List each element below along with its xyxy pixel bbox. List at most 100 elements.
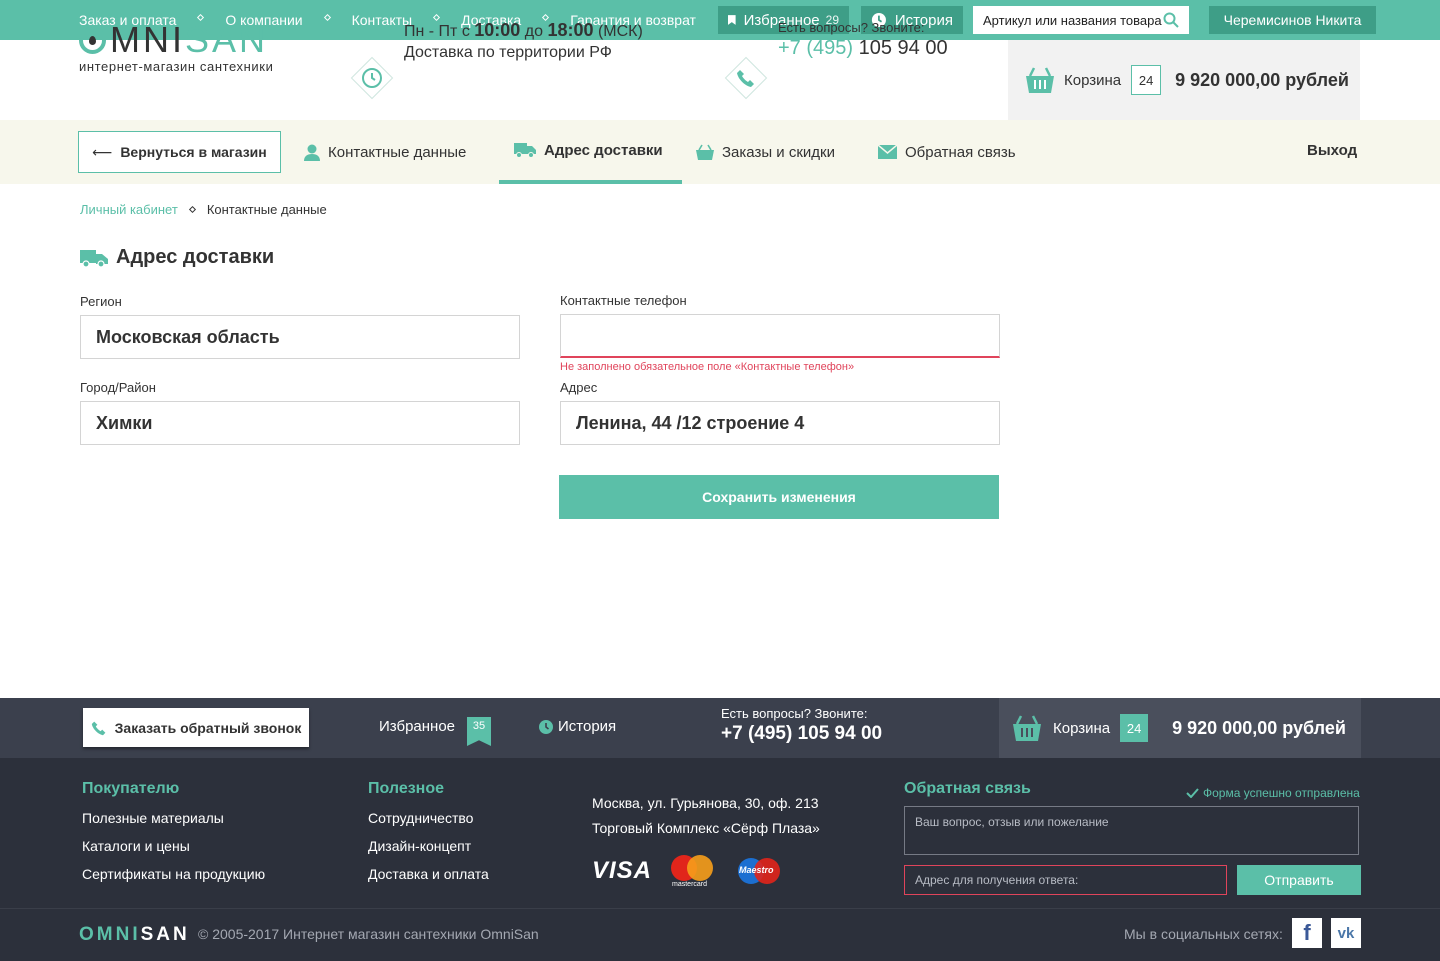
hours-from: 10:00 [474, 20, 521, 40]
tab-delivery-label: Адрес доставки [544, 141, 663, 159]
cart-label: Корзина [1064, 71, 1122, 89]
logout-link[interactable]: Выход [1307, 142, 1357, 159]
nav-separator [323, 13, 331, 21]
feedback-success-text: Форма успешно отправлена [1203, 786, 1360, 800]
footer-phone-number[interactable]: +7 (495) 105 94 00 [721, 723, 882, 745]
social-label: Мы в социальных сетях: [1124, 926, 1283, 942]
footer-cart[interactable]: Корзина 24 9 920 000,00 рублей [999, 698, 1361, 758]
footer-logo[interactable]: OMNISAN [79, 924, 190, 946]
footer-favorites[interactable]: Избранное [379, 718, 455, 735]
cart-count: 24 [1131, 65, 1162, 95]
logo-subtitle: интернет-магазин сантехники [79, 59, 274, 74]
basket-icon [696, 144, 714, 161]
footer-link[interactable]: Дизайн-концепт [368, 838, 489, 854]
check-icon [1186, 788, 1199, 798]
payment-logos: VISA mastercard Maestro [592, 854, 782, 888]
visa-logo: VISA [592, 857, 653, 884]
footer-link[interactable]: Полезные материалы [82, 810, 265, 826]
footer-address: Москва, ул. Гурьянова, 30, оф. 213 Торго… [592, 791, 820, 841]
region-field[interactable]: Московская область [80, 315, 520, 359]
logo[interactable]: MNI SAN интернет-магазин сантехники [79, 22, 273, 74]
feedback-success: Форма успешно отправлена [1186, 786, 1360, 800]
search-placeholder: Артикул или названия товара [983, 12, 1162, 28]
truck-icon [514, 142, 536, 158]
footer-col-useful: Полезное Сотрудничество Дизайн-концепт Д… [368, 780, 489, 894]
basket-icon [1026, 67, 1054, 93]
basket-icon [1013, 715, 1041, 741]
maestro-label: Maestro [739, 865, 774, 875]
vk-icon[interactable]: vk [1331, 918, 1361, 948]
footer-link[interactable]: Доставка и оплата [368, 866, 489, 882]
footer-logo-san: SAN [140, 924, 190, 945]
facebook-icon[interactable]: f [1292, 918, 1322, 948]
footer-address-line: Торговый Комплекс «Сёрф Плаза» [592, 820, 820, 836]
footer-link[interactable]: Каталоги и цены [82, 838, 265, 854]
bookmark-icon [728, 15, 736, 25]
page-title-text: Адрес доставки [116, 246, 275, 268]
region-label: Регион [80, 294, 122, 309]
delivery-note: Доставка по территории РФ [404, 44, 612, 61]
logo-wordmark: MNI SAN [79, 22, 273, 58]
feedback-textarea[interactable]: Ваш вопрос, отзыв или пожелание [904, 806, 1359, 855]
footer-cart-sum: 9 920 000,00 рублей [1172, 717, 1346, 738]
truck-icon [80, 248, 108, 268]
phone-number[interactable]: 105 94 00 [859, 37, 948, 59]
user-icon [304, 144, 320, 161]
clock-icon [350, 56, 394, 100]
back-label: Вернуться в магазин [120, 144, 267, 160]
working-hours: Пн - Пт с 10:00 до 18:00 (МСК) Доставка … [404, 20, 643, 63]
arrow-left-icon: ⟵ [92, 143, 113, 160]
address-field[interactable]: Ленина, 44 /12 строение 4 [560, 401, 1000, 445]
back-to-shop-button[interactable]: ⟵ Вернуться в магазин [78, 131, 281, 173]
phone-field[interactable] [560, 314, 1000, 358]
tab-feedback-label: Обратная связь [905, 143, 1016, 161]
tab-contact-data[interactable]: Контактные данные [304, 120, 466, 184]
phone-question: Есть вопросы? Звоните: [778, 20, 925, 35]
facebook-glyph: f [1303, 920, 1311, 945]
header-phone: Есть вопросы? Звоните: +7 (495) 105 94 0… [778, 20, 948, 60]
phone-code[interactable]: +7 (495) [778, 37, 853, 59]
clock-icon [538, 719, 554, 735]
footer-logo-omni: OMNI [79, 924, 141, 945]
hours-to: 18:00 [547, 20, 594, 40]
phone-error-message: Не заполнено обязательное поле «Контактн… [560, 361, 855, 373]
breadcrumb-separator [188, 205, 196, 214]
breadcrumb: Личный кабинет Контактные данные [80, 202, 327, 217]
footer-phone-question: Есть вопросы? Звоните: [721, 706, 868, 721]
breadcrumb-current: Контактные данные [206, 202, 327, 217]
tab-orders[interactable]: Заказы и скидки [696, 120, 835, 184]
footer-col-title: Полезное [368, 780, 445, 797]
tab-feedback[interactable]: Обратная связь [878, 120, 1016, 184]
footer-history[interactable]: История [538, 718, 616, 735]
copyright: © 2005-2017 Интернет магазин сантехники … [198, 926, 539, 942]
footer-link[interactable]: Сертификаты на продукцию [82, 866, 265, 882]
vk-glyph: vk [1337, 924, 1355, 942]
footer-address-line: Москва, ул. Гурьянова, 30, оф. 213 [592, 795, 819, 811]
maestro-logo: Maestro [736, 857, 782, 885]
tab-delivery-address[interactable]: Адрес доставки [499, 120, 682, 184]
address-label: Адрес [560, 380, 598, 395]
logo-text-mni: MNI [110, 19, 185, 60]
breadcrumb-account[interactable]: Личный кабинет [80, 202, 178, 217]
phone-label: Контактные телефон [560, 293, 687, 308]
city-field[interactable]: Химки [80, 401, 520, 445]
phone-icon [91, 720, 107, 736]
save-changes-button[interactable]: Сохранить изменения [559, 475, 999, 519]
feedback-email-input[interactable]: Адрес для получения ответа: [904, 865, 1227, 895]
footer-cart-count: 24 [1120, 714, 1149, 742]
footer-link[interactable]: Сотрудничество [368, 810, 489, 826]
cart-sum: 9 920 000,00 рублей [1175, 69, 1349, 90]
mastercard-logo: mastercard [670, 854, 714, 888]
logo-drop-icon [79, 26, 106, 54]
footer-cart-label: Корзина [1053, 719, 1111, 737]
search-input[interactable]: Артикул или названия товара [973, 6, 1189, 34]
mastercard-label: mastercard [672, 881, 708, 888]
user-account-button[interactable]: Черемисинов Никита [1209, 6, 1376, 34]
footer-col-title: Покупателю [82, 780, 180, 797]
phone-icon [724, 56, 768, 100]
feedback-send-button[interactable]: Отправить [1237, 865, 1361, 895]
callback-button[interactable]: Заказать обратный звонок [83, 708, 309, 747]
callback-label: Заказать обратный звонок [114, 719, 302, 736]
search-icon[interactable] [1163, 12, 1179, 28]
header-cart[interactable]: Корзина 24 9 920 000,00 рублей [1008, 40, 1360, 120]
